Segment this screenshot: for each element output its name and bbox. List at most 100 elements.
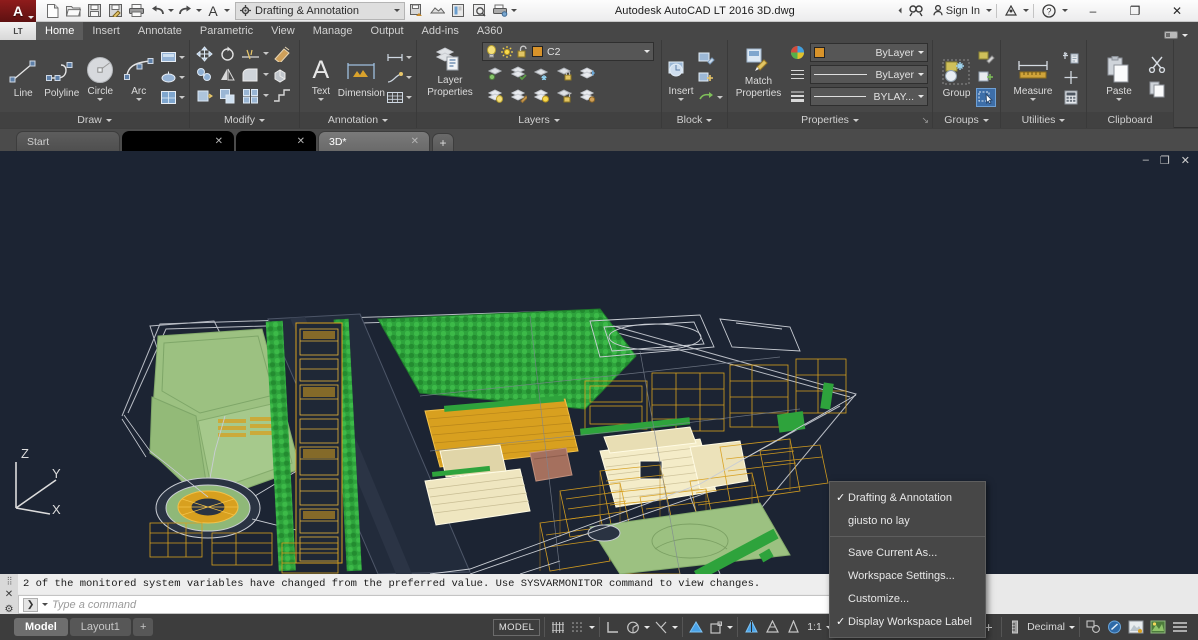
properties-dialog-launcher[interactable]: ↘	[921, 115, 929, 126]
new-icon[interactable]	[42, 1, 62, 21]
explode-dropdown-icon[interactable]	[263, 94, 269, 97]
app-dropdown-icon[interactable]	[1023, 9, 1029, 12]
doc-tab-redacted-2[interactable]: ✕	[236, 131, 316, 151]
point-id-icon[interactable]	[1061, 68, 1081, 87]
object-linetype-combo[interactable]: ByLayer	[810, 65, 928, 84]
annotation-scale[interactable]: 1:1	[805, 617, 824, 637]
polar-dropdown-icon[interactable]	[644, 625, 651, 629]
menu-item-drafting-annotation[interactable]: ✓ Drafting & Annotation	[830, 486, 985, 509]
redo-dropdown-icon[interactable]	[196, 9, 202, 12]
panel-title-properties[interactable]: Properties	[728, 112, 932, 128]
unlock-icon[interactable]	[517, 45, 528, 58]
units-label[interactable]: Decimal	[1025, 617, 1067, 637]
dim-style-dropdown-icon[interactable]	[406, 55, 412, 59]
move-icon[interactable]	[194, 44, 214, 63]
layer-on-icon[interactable]	[485, 86, 505, 105]
model-paper-toggle[interactable]: MODEL	[492, 618, 541, 636]
panel-title-block[interactable]: Block	[662, 112, 727, 128]
block-editor-icon[interactable]	[696, 88, 716, 107]
chevron-down-icon[interactable]	[394, 9, 400, 12]
lineweight-icon[interactable]	[787, 87, 807, 106]
plot-preview-icon[interactable]	[448, 1, 468, 21]
paste-dropdown-icon[interactable]	[1116, 98, 1122, 101]
new-document-button[interactable]: +	[432, 133, 454, 151]
insert-block-button[interactable]: Insert	[666, 53, 696, 101]
extend-icon[interactable]	[272, 86, 292, 105]
tab-addins[interactable]: Add-ins	[413, 22, 468, 40]
layer-lock-icon[interactable]	[554, 64, 574, 83]
menu-item-customize[interactable]: Customize...	[830, 587, 985, 610]
chevron-down-icon[interactable]	[918, 73, 924, 76]
chevron-down-icon[interactable]	[382, 118, 389, 122]
annotation-visibility-icon[interactable]	[784, 617, 803, 637]
close-icon[interactable]: ✕	[5, 589, 13, 600]
layer-unisolate-icon[interactable]	[531, 86, 551, 105]
menu-item-giusto-no-lay[interactable]: giusto no lay	[830, 509, 985, 532]
ortho-mode-icon[interactable]	[604, 617, 622, 637]
chevron-down-icon[interactable]	[852, 118, 859, 122]
object-lineweight-combo[interactable]: BYLAY...	[810, 87, 928, 106]
stretch-icon[interactable]	[194, 86, 214, 105]
help-icon[interactable]: ?	[1038, 2, 1060, 20]
tab-annotate[interactable]: Annotate	[129, 22, 191, 40]
infocenter-collapse-icon[interactable]	[898, 7, 902, 14]
units-dropdown-icon[interactable]	[1069, 625, 1075, 629]
fillet-dropdown-icon[interactable]	[263, 73, 269, 76]
rectangle-icon[interactable]	[158, 48, 178, 67]
tab-home[interactable]: Home	[36, 22, 84, 40]
saveas-icon[interactable]	[105, 1, 125, 21]
paste-button[interactable]: Paste	[1091, 53, 1147, 101]
rectangle-dropdown-icon[interactable]	[179, 55, 185, 59]
text-button[interactable]: A Text	[304, 53, 338, 101]
customization-icon[interactable]	[1170, 617, 1190, 637]
panel-title-layers[interactable]: Layers	[417, 112, 661, 128]
sign-in-dropdown-icon[interactable]	[986, 9, 992, 12]
group-button[interactable]: Group	[937, 55, 976, 99]
tab-output[interactable]: Output	[362, 22, 413, 40]
layer-isolate-icon[interactable]	[485, 64, 505, 83]
current-layer-combo[interactable]: C2	[482, 42, 654, 61]
copy-icon[interactable]	[194, 65, 214, 84]
circle-button[interactable]: Circle	[81, 53, 120, 101]
batch-plot-icon[interactable]	[490, 1, 510, 21]
search-icon[interactable]	[905, 2, 927, 20]
panel-title-modify[interactable]: Modify	[190, 112, 299, 128]
layer-match-icon[interactable]	[508, 86, 528, 105]
text-dropdown-icon[interactable]	[317, 98, 324, 101]
chevron-down-icon[interactable]	[644, 50, 650, 53]
mirror-icon[interactable]	[217, 65, 237, 84]
close-icon[interactable]: ✕	[297, 136, 305, 147]
linetype-icon[interactable]	[787, 65, 807, 84]
edit-block-icon[interactable]	[696, 48, 716, 67]
isolate-objects-icon[interactable]	[1084, 617, 1103, 637]
polyline-button[interactable]: Polyline	[43, 55, 82, 99]
tab-a360[interactable]: A360	[468, 22, 512, 40]
tab-view[interactable]: View	[262, 22, 304, 40]
panel-title-annotation[interactable]: Annotation	[300, 112, 416, 128]
line-button[interactable]: Line	[4, 55, 43, 99]
circle-dropdown-icon[interactable]	[97, 98, 104, 101]
osnap-dropdown-icon[interactable]	[672, 625, 679, 629]
open-icon[interactable]	[63, 1, 83, 21]
ellipse-icon[interactable]	[158, 68, 178, 87]
hardware-accel-icon[interactable]	[1105, 617, 1124, 637]
save-as-cloud-icon[interactable]	[406, 1, 426, 21]
menu-item-save-current-as[interactable]: Save Current As...	[830, 541, 985, 564]
minimize-button[interactable]: –	[1072, 0, 1114, 22]
snap-mode-icon[interactable]	[569, 617, 587, 637]
print-preview-icon[interactable]	[469, 1, 489, 21]
tab-manage[interactable]: Manage	[304, 22, 362, 40]
menu-item-workspace-settings[interactable]: Workspace Settings...	[830, 564, 985, 587]
ellipse-dropdown-icon[interactable]	[179, 75, 185, 79]
grid-display-icon[interactable]	[549, 617, 567, 637]
table-dropdown-icon[interactable]	[406, 95, 412, 99]
drawing-canvas[interactable]: – ❐ ✕ Z Y X	[0, 151, 1198, 574]
close-button[interactable]: ✕	[1156, 0, 1198, 22]
chevron-down-icon[interactable]	[258, 118, 265, 122]
object-color-combo[interactable]: ByLayer	[810, 43, 928, 62]
sign-in-button[interactable]: Sign In	[929, 2, 984, 20]
tab-parametric[interactable]: Parametric	[191, 22, 262, 40]
add-layout-button[interactable]: +	[132, 618, 154, 636]
layer-unlock-icon[interactable]	[554, 86, 574, 105]
panel-title-utilities[interactable]: Utilities	[1001, 112, 1086, 128]
